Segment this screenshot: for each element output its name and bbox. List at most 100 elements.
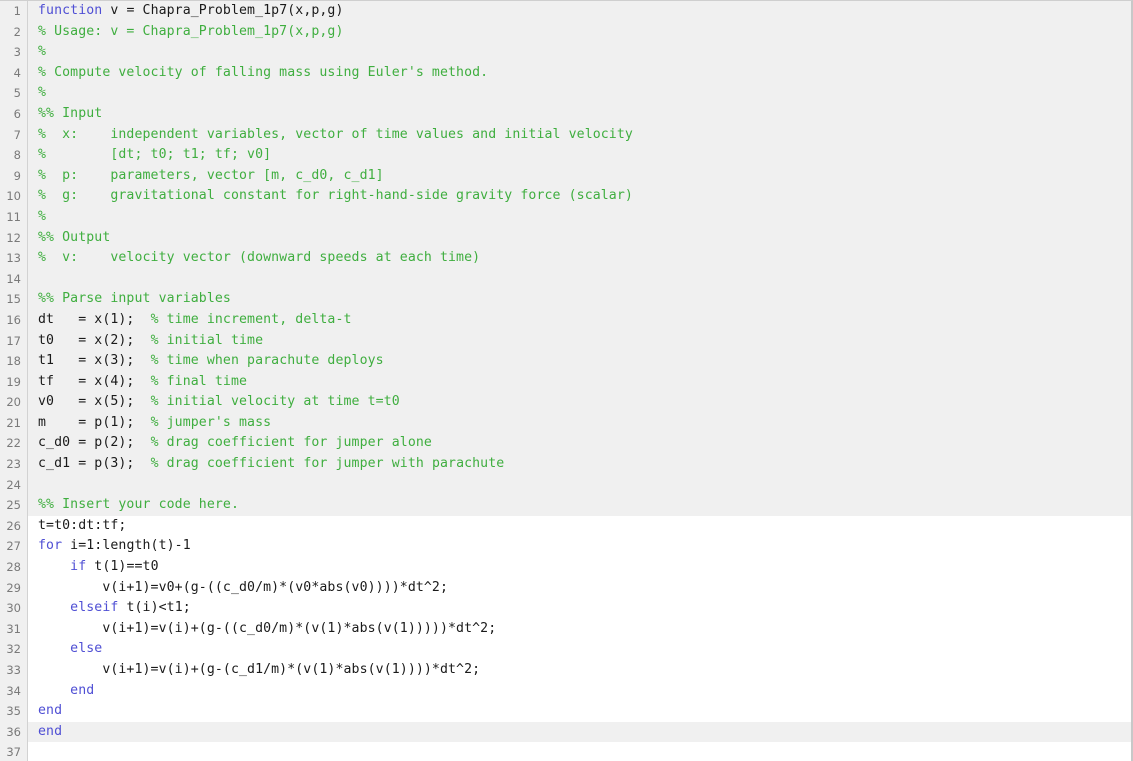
code-line-text[interactable]: [28, 742, 1131, 761]
code-line-text[interactable]: % Usage: v = Chapra_Problem_1p7(x,p,g): [28, 22, 1131, 43]
line-number: 24: [0, 474, 28, 496]
line-number: 34: [0, 680, 28, 702]
code-line-text[interactable]: % v: velocity vector (downward speeds at…: [28, 248, 1131, 269]
token-plain: v0 = x(5);: [38, 394, 151, 410]
line-number: 32: [0, 639, 28, 660]
line-number: 25: [0, 495, 28, 516]
line-number: 27: [0, 536, 28, 558]
code-line[interactable]: 32 else: [0, 639, 1131, 660]
code-line-text[interactable]: v(i+1)=v(i)+(g-(c_d1/m)*(v(1)*abs(v(1)))…: [28, 660, 1131, 681]
code-line[interactable]: 6 %% Input: [0, 103, 1131, 125]
token-comment: % [dt; t0; t1; tf; v0]: [38, 147, 272, 163]
code-line-text[interactable]: if t(1)==t0: [28, 557, 1131, 578]
code-line-text[interactable]: [28, 269, 1131, 290]
code-line-text[interactable]: end: [28, 681, 1131, 702]
token-comment: %% Output: [38, 229, 111, 245]
code-line[interactable]: 1 function v = Chapra_Problem_1p7(x,p,g): [0, 1, 1131, 22]
code-line-text[interactable]: % Compute velocity of falling mass using…: [28, 63, 1131, 84]
code-line[interactable]: 21 m = p(1); % jumper's mass: [0, 412, 1131, 434]
code-line-text[interactable]: %% Output: [28, 228, 1131, 249]
code-line-text[interactable]: %% Parse input variables: [28, 289, 1131, 310]
code-line[interactable]: 29 v(i+1)=v0+(g-((c_d0/m)*(v0*abs(v0))))…: [0, 577, 1131, 599]
code-line[interactable]: 10 % g: gravitational constant for right-…: [0, 186, 1131, 207]
code-line[interactable]: 24: [0, 474, 1131, 496]
code-line[interactable]: 18 t1 = x(3); % time when parachute deplo…: [0, 351, 1131, 372]
code-line-text[interactable]: end: [28, 701, 1131, 722]
code-line[interactable]: 36 end: [0, 721, 1131, 743]
token-comment: % Usage: v = Chapra_Problem_1p7(x,p,g): [38, 23, 344, 39]
code-line[interactable]: 8 % [dt; t0; t1; tf; v0]: [0, 145, 1131, 166]
code-line[interactable]: 5%: [0, 83, 1131, 104]
code-line-text[interactable]: % g: gravitational constant for right-ha…: [28, 186, 1131, 207]
code-line-text[interactable]: %: [28, 207, 1131, 228]
line-number: 37: [0, 742, 28, 761]
code-line[interactable]: 31 v(i+1)=v(i)+(g-((c_d0/m)*(v(1)*abs(v(…: [0, 618, 1131, 640]
code-line-text[interactable]: t0 = x(2); % initial time: [28, 331, 1131, 352]
code-line[interactable]: 11%: [0, 206, 1131, 228]
line-number: 8: [0, 145, 28, 166]
token-keyword: else: [70, 641, 103, 657]
code-editor-pane[interactable]: 1 function v = Chapra_Problem_1p7(x,p,g) 2…: [0, 0, 1133, 761]
code-line-text[interactable]: function v = Chapra_Problem_1p7(x,p,g): [28, 1, 1131, 22]
token-keyword: end: [38, 723, 63, 739]
code-line-text[interactable]: t1 = x(3); % time when parachute deploys: [28, 351, 1131, 372]
code-line[interactable]: 37: [0, 742, 1131, 761]
code-line[interactable]: 3%: [0, 42, 1131, 63]
code-line-text[interactable]: tf = x(4); % final time: [28, 372, 1131, 393]
code-line[interactable]: 22 c_d0 = p(2); % drag coefficient for ju…: [0, 433, 1131, 455]
line-number: 1: [0, 1, 28, 22]
code-line[interactable]: 14: [0, 268, 1131, 290]
token-keyword: elseif: [70, 600, 119, 616]
code-line[interactable]: 19 tf = x(4); % final time: [0, 371, 1131, 393]
code-line[interactable]: 25 %% Insert your code here.: [0, 495, 1131, 516]
code-line[interactable]: 26 t=t0:dt:tf;: [0, 515, 1131, 537]
code-line[interactable]: 15 %% Parse input variables: [0, 289, 1131, 310]
line-number: 16: [0, 309, 28, 331]
code-line[interactable]: 2 % Usage: v = Chapra_Problem_1p7(x,p,g): [0, 21, 1131, 43]
code-line[interactable]: 27 for i=1:length(t)-1: [0, 536, 1131, 558]
code-line[interactable]: 17 t0 = x(2); % initial time: [0, 330, 1131, 352]
code-line[interactable]: 23 c_d1 = p(3); % drag coefficient for ju…: [0, 454, 1131, 475]
code-line[interactable]: 30 elseif t(i)<t1;: [0, 598, 1131, 619]
code-line-text[interactable]: m = p(1); % jumper's mass: [28, 413, 1131, 434]
code-line-text[interactable]: t=t0:dt:tf;: [28, 516, 1131, 537]
code-line-text[interactable]: end: [28, 722, 1131, 743]
code-line[interactable]: 33 v(i+1)=v(i)+(g-(c_d1/m)*(v(1)*abs(v(1…: [0, 660, 1131, 681]
line-number: 2: [0, 21, 28, 43]
code-line[interactable]: 13 % v: velocity vector (downward speeds …: [0, 248, 1131, 269]
code-line[interactable]: 34 end: [0, 680, 1131, 702]
code-line-text[interactable]: %% Input: [28, 104, 1131, 125]
code-line-text[interactable]: v(i+1)=v0+(g-((c_d0/m)*(v0*abs(v0))))*dt…: [28, 578, 1131, 599]
line-number: 29: [0, 577, 28, 599]
code-line-text[interactable]: v(i+1)=v(i)+(g-((c_d0/m)*(v(1)*abs(v(1))…: [28, 619, 1131, 640]
code-line[interactable]: 28 if t(1)==t0: [0, 557, 1131, 578]
code-line-text[interactable]: dt = x(1); % time increment, delta-t: [28, 310, 1131, 331]
token-comment: % Compute velocity of falling mass using…: [38, 64, 489, 80]
code-line-text[interactable]: % [dt; t0; t1; tf; v0]: [28, 145, 1131, 166]
code-line-text[interactable]: [28, 475, 1131, 496]
code-line-text[interactable]: c_d0 = p(2); % drag coefficient for jump…: [28, 433, 1131, 454]
code-line[interactable]: 4 % Compute velocity of falling mass usin…: [0, 62, 1131, 84]
code-line-text[interactable]: % p: parameters, vector [m, c_d0, c_d1]: [28, 166, 1131, 187]
token-comment: % drag coefficient for jumper alone: [150, 435, 432, 451]
code-line-text[interactable]: % x: independent variables, vector of ti…: [28, 125, 1131, 146]
code-line-text[interactable]: elseif t(i)<t1;: [28, 598, 1131, 619]
code-line-text[interactable]: else: [28, 639, 1131, 660]
code-line[interactable]: 7 % x: independent variables, vector of t…: [0, 124, 1131, 146]
code-line-text[interactable]: for i=1:length(t)-1: [28, 536, 1131, 557]
code-line-text[interactable]: v0 = x(5); % initial velocity at time t=…: [28, 392, 1131, 413]
token-plain: v = Chapra_Problem_1p7(x,p,g): [102, 3, 344, 18]
code-line-text[interactable]: %% Insert your code here.: [28, 495, 1131, 516]
line-number: 7: [0, 124, 28, 146]
code-line[interactable]: 12 %% Output: [0, 227, 1131, 249]
code-line[interactable]: 16 dt = x(1); % time increment, delta-t: [0, 309, 1131, 331]
code-line[interactable]: 35 end: [0, 701, 1131, 722]
code-line[interactable]: 9 % p: parameters, vector [m, c_d0, c_d1]: [0, 165, 1131, 187]
code-line[interactable]: 20 v0 = x(5); % initial velocity at time …: [0, 392, 1131, 413]
code-line-text[interactable]: %: [28, 42, 1131, 63]
code-line-text[interactable]: c_d1 = p(3); % drag coefficient for jump…: [28, 454, 1131, 475]
code-line-text[interactable]: %: [28, 83, 1131, 104]
line-number: 14: [0, 268, 28, 290]
